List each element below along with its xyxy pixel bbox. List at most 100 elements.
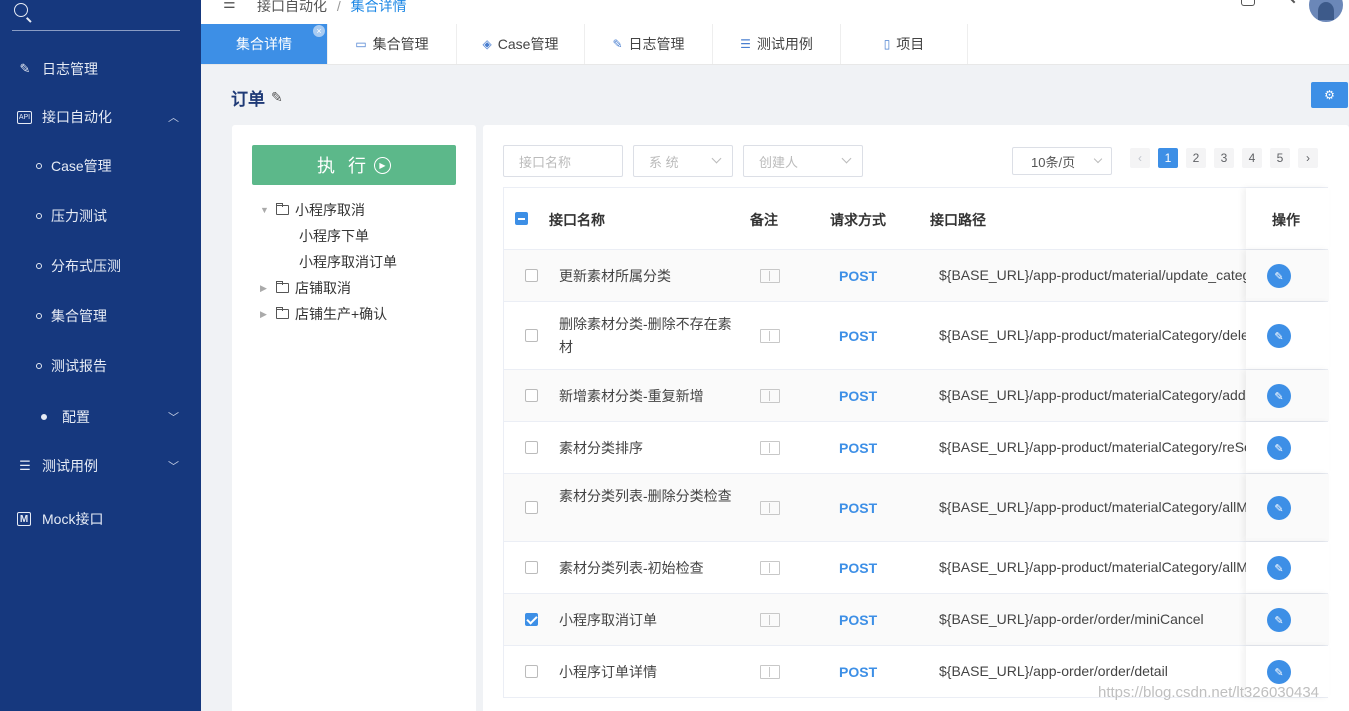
search-icon[interactable] [14,3,28,17]
tree-node-folder[interactable]: ▶ 店铺取消 [260,278,351,298]
settings-button[interactable]: ⚙ [1311,82,1348,108]
sidebar-item-label: 压力测试 [51,208,107,224]
page-number[interactable]: 3 [1214,148,1234,168]
row-checkbox[interactable] [525,501,538,514]
table-row[interactable]: 更新素材所属分类 POST ${BASE_URL}/app-product/mate… [504,250,1329,302]
tab-project[interactable]: ▯ 项目 [841,24,968,64]
caret-right-icon[interactable]: ▶ [260,309,270,320]
tree-node-leaf[interactable]: 小程序下单 [299,226,369,246]
breadcrumb-item[interactable]: 接口自动化 [257,0,327,14]
sidebar-item-api-automation[interactable]: API 接口自动化 ︿ [0,97,201,137]
sidebar-item-test-report[interactable]: 测试报告 [0,346,201,386]
edit-icon: ✎ [1274,390,1284,403]
tab-collection-management[interactable]: ▭ 集合管理 [328,24,457,64]
sidebar-item-label: 日志管理 [42,61,98,77]
tab-case-management[interactable]: ◈ Case管理 [457,24,585,64]
sidebar-item-distributed-stress[interactable]: 分布式压测 [0,246,201,286]
creator-select[interactable]: 创建人 [743,145,863,177]
row-checkbox[interactable] [525,329,538,342]
avatar[interactable] [1309,0,1343,22]
tab-log-management[interactable]: ✎ 日志管理 [585,24,713,64]
sidebar-search[interactable] [12,0,180,31]
bell-icon[interactable] [1241,0,1255,6]
table-row[interactable]: 素材分类列表-删除分类检查 POST ${BASE_URL}/app-product… [504,474,1329,542]
placeholder: 接口名称 [519,154,572,170]
folder-icon [276,281,289,293]
breadcrumb-current: 集合详情 [350,0,407,14]
note-icon[interactable] [760,561,780,575]
sidebar-item-mock-api[interactable]: M Mock接口 [0,499,201,539]
tab-label: 集合详情 [236,36,292,52]
edit-icon: ✎ [1274,330,1284,343]
edit-button[interactable]: ✎ [1267,660,1291,684]
page-number[interactable]: 1 [1158,148,1178,168]
table-row[interactable]: 小程序取消订单 POST ${BASE_URL}/app-order/order/m… [504,594,1329,646]
edit-button[interactable]: ✎ [1267,496,1291,520]
caret-down-icon[interactable]: ▼ [260,205,270,215]
caret-right-icon[interactable]: ▶ [260,283,270,294]
note-icon[interactable] [760,501,780,515]
edit-button[interactable]: ✎ [1267,264,1291,288]
note-icon[interactable] [760,613,780,627]
select-all-checkbox[interactable] [515,212,528,225]
chevron-down-icon: ﹀ [168,412,179,424]
api-table: 接口名称 备注 请求方式 接口路径 操作 更新素材所属分类 POST ${BASE_… [503,187,1329,698]
tab-test-cases[interactable]: ☰ 测试用例 [713,24,841,64]
sidebar-item-log-management[interactable]: ✎ 日志管理 [0,49,201,89]
sidebar-item-config[interactable]: 配置 ﹀ [0,397,201,437]
row-checkbox[interactable] [525,389,538,402]
edit-button[interactable]: ✎ [1267,324,1291,348]
row-checkbox[interactable] [525,665,538,678]
sidebar-item-case-management[interactable]: Case管理 [0,146,201,186]
top-bar: ☰ 接口自动化 / 集合详情 [201,0,1349,24]
prev-page-button[interactable]: ‹ [1130,148,1150,168]
table-row[interactable]: 新增素材分类-重复新增 POST ${BASE_URL}/app-product/m… [504,370,1329,422]
sidebar-item-stress-test[interactable]: 压力测试 [0,196,201,236]
edit-icon: ✎ [1274,442,1284,455]
edit-button[interactable]: ✎ [1267,608,1291,632]
execute-button[interactable]: 执 行 ▶ [252,145,456,185]
breadcrumb-separator: / [336,0,341,14]
sidebar-item-test-cases[interactable]: ☰ 测试用例 ﹀ [0,446,201,486]
api-name: 小程序取消订单 [559,612,657,628]
close-icon[interactable]: × [313,25,325,37]
row-checkbox[interactable] [525,613,538,626]
bullet-icon [36,163,42,169]
api-name-input[interactable]: 接口名称 [503,145,623,177]
table-row[interactable]: 素材分类排序 POST ${BASE_URL}/app-product/materi… [504,422,1329,474]
page-number[interactable]: 5 [1270,148,1290,168]
col-header-note: 备注 [750,212,778,228]
sidebar-item-collection-management[interactable]: 集合管理 [0,296,201,336]
tool-icon[interactable] [1282,0,1296,4]
row-checkbox[interactable] [525,561,538,574]
edit-icon: ✎ [1274,270,1284,283]
api-name: 素材分类列表-初始检查 [559,560,704,576]
table-row[interactable]: 删除素材分类-删除不存在素材 POST ${BASE_URL}/app-produc… [504,302,1329,370]
page-size-select[interactable]: 10条/页 [1012,147,1112,175]
edit-button[interactable]: ✎ [1267,436,1291,460]
note-icon[interactable] [760,329,780,343]
tab-collection-detail[interactable]: 集合详情 × [201,24,328,64]
note-icon[interactable] [760,441,780,455]
page-number[interactable]: 4 [1242,148,1262,168]
next-page-button[interactable]: › [1298,148,1318,168]
menu-fold-icon[interactable]: ☰ [223,0,236,12]
edit-icon[interactable]: ✎ [271,89,283,106]
api-path: ${BASE_URL}/app-product/material/update_… [939,267,1249,283]
tab-label: 项目 [896,36,925,52]
table-row[interactable]: 素材分类列表-初始检查 POST ${BASE_URL}/app-product/m… [504,542,1329,594]
row-checkbox[interactable] [525,441,538,454]
note-icon[interactable] [760,389,780,403]
request-method: POST [839,612,878,628]
note-icon[interactable] [760,665,780,679]
tree-node-folder[interactable]: ▼ 小程序取消 [260,200,365,220]
edit-button[interactable]: ✎ [1267,556,1291,580]
row-checkbox[interactable] [525,269,538,282]
system-select[interactable]: 系 统 [633,145,733,177]
tree-node-folder[interactable]: ▶ 店铺生产+确认 [260,304,387,324]
page-number[interactable]: 2 [1186,148,1206,168]
edit-button[interactable]: ✎ [1267,384,1291,408]
tree-node-leaf[interactable]: 小程序取消订单 [299,252,397,272]
note-icon[interactable] [760,269,780,283]
tree-node-label: 店铺生产+确认 [295,306,388,322]
